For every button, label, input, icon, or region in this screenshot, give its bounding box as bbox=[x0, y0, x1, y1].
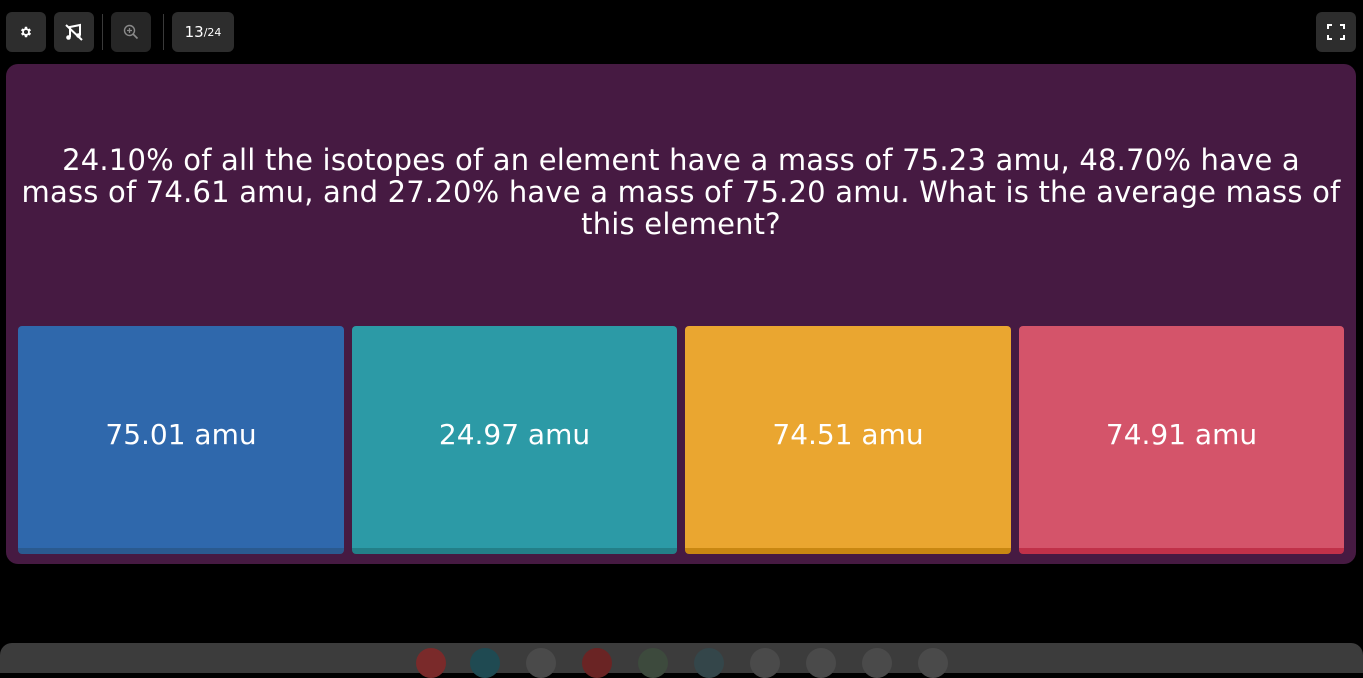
top-toolbar: 13/24 bbox=[0, 0, 1363, 64]
music-toggle-button[interactable] bbox=[54, 12, 94, 52]
answer-option-label: 75.01 amu bbox=[105, 417, 257, 451]
answer-option-3[interactable]: 74.51 amu bbox=[685, 326, 1011, 554]
player-avatar bbox=[638, 648, 668, 678]
question-panel: 24.10% of all the isotopes of an element… bbox=[6, 64, 1356, 564]
music-off-icon bbox=[64, 23, 84, 41]
bottom-tray bbox=[0, 643, 1363, 673]
zoom-in-icon bbox=[123, 24, 139, 40]
gear-icon bbox=[19, 25, 33, 39]
answer-option-label: 24.97 amu bbox=[438, 417, 591, 451]
player-avatar bbox=[526, 648, 556, 678]
question-text: 24.10% of all the isotopes of an element… bbox=[21, 143, 1341, 241]
question-counter: 13/24 bbox=[172, 12, 234, 52]
player-avatar bbox=[582, 648, 612, 678]
answer-option-4[interactable]: 74.91 amu bbox=[1019, 326, 1344, 554]
player-avatar bbox=[862, 648, 892, 678]
zoom-button[interactable] bbox=[111, 12, 151, 52]
player-avatar bbox=[918, 648, 948, 678]
fullscreen-button[interactable] bbox=[1316, 12, 1356, 52]
player-avatar bbox=[694, 648, 724, 678]
current-question-number: 13 bbox=[184, 23, 204, 41]
answer-option-label: 74.91 amu bbox=[1105, 417, 1258, 451]
player-avatar bbox=[806, 648, 836, 678]
player-avatar bbox=[416, 648, 446, 678]
answer-option-1[interactable]: 75.01 amu bbox=[18, 326, 344, 554]
player-avatar bbox=[470, 648, 500, 678]
toolbar-divider bbox=[102, 14, 103, 50]
toolbar-divider bbox=[163, 14, 164, 50]
player-avatar bbox=[750, 648, 780, 678]
total-questions: 24 bbox=[207, 25, 222, 39]
settings-button[interactable] bbox=[6, 12, 46, 52]
answer-option-label: 74.51 amu bbox=[772, 417, 924, 451]
fullscreen-icon bbox=[1327, 24, 1345, 40]
answer-option-2[interactable]: 24.97 amu bbox=[352, 326, 677, 554]
